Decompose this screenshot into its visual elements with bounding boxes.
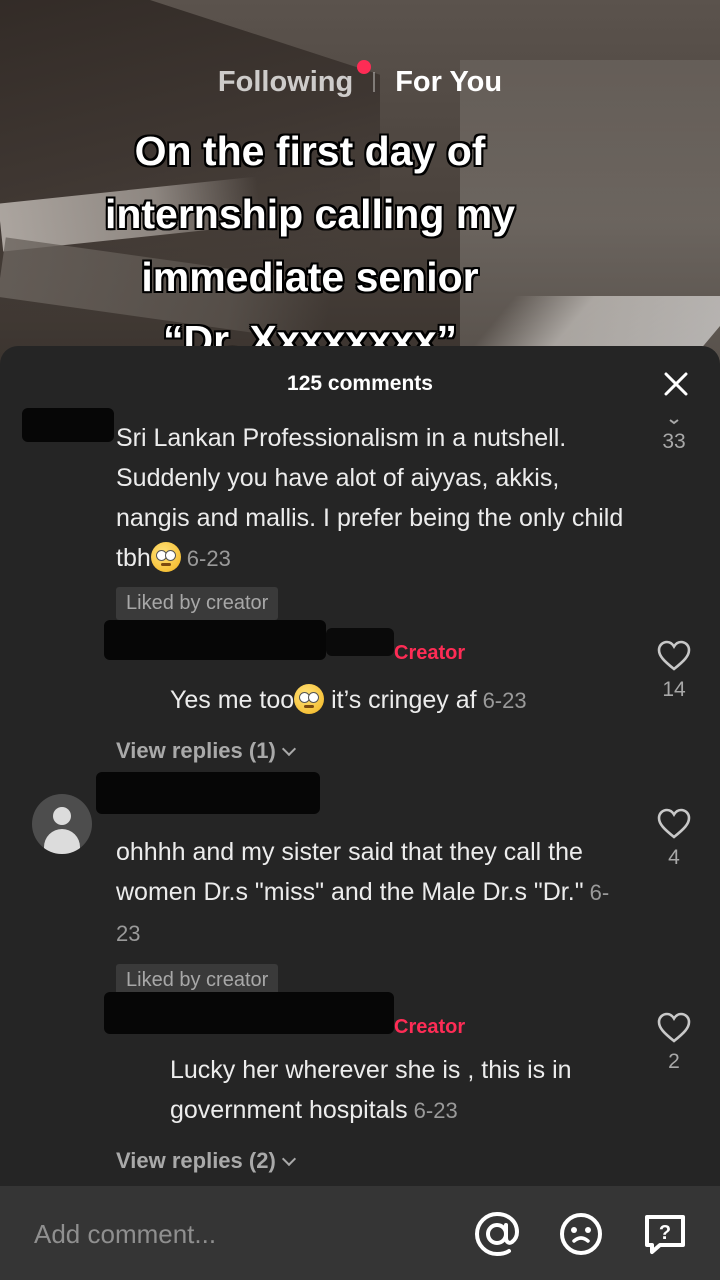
redacted-username xyxy=(104,620,326,660)
comment-4: Lucky her wherever she is , this is in g… xyxy=(170,1050,630,1131)
rolling-eyes-emoji-icon xyxy=(294,684,325,714)
comment-input[interactable] xyxy=(34,1214,454,1254)
creator-tag-1: Creator xyxy=(394,642,465,665)
comment-4-text: Lucky her wherever she is , this is in g… xyxy=(170,1050,630,1131)
video-caption: On the first day of internship calling m… xyxy=(104,128,516,363)
top-feed-tabs: Following For You xyxy=(0,59,720,104)
comment-3-text: ohhhh and my sister said that they call … xyxy=(116,832,616,954)
comment-1: Sri Lankan Professionalism in a nutshell… xyxy=(116,418,636,620)
emoji-icon[interactable] xyxy=(558,1211,604,1257)
close-icon[interactable] xyxy=(662,370,690,398)
comment-2: Yes me too it’s cringey af 6-23 xyxy=(170,680,630,721)
comments-sheet: 125 comments Sri Lankan Professionalism … xyxy=(0,346,720,1280)
comment-2-body-end: it’s cringey af xyxy=(324,686,477,714)
comment-1-like-count: 33 xyxy=(662,430,686,453)
comment-3-like[interactable]: 4 xyxy=(649,808,699,870)
creator-tag-2: Creator xyxy=(394,1016,465,1039)
liked-by-creator-badge: Liked by creator xyxy=(116,587,279,620)
tab-for-you-label: For You xyxy=(395,65,503,98)
comment-2-body-start: Yes me too xyxy=(170,686,295,714)
comment-2-text: Yes me too it’s cringey af 6-23 xyxy=(170,680,630,721)
comment-4-date: 6-23 xyxy=(413,1098,458,1123)
comment-1-date: 6-23 xyxy=(186,546,231,571)
redacted-username xyxy=(104,992,394,1034)
question-icon[interactable]: ? xyxy=(642,1211,688,1257)
view-replies-1[interactable]: View replies (1) xyxy=(116,738,296,764)
comment-3-body: ohhhh and my sister said that they call … xyxy=(116,838,584,906)
tab-following-label: Following xyxy=(217,65,354,98)
comment-2-like-count: 14 xyxy=(662,678,686,701)
tab-for-you[interactable]: For You xyxy=(375,66,522,99)
comment-4-body: Lucky her wherever she is , this is in g… xyxy=(170,1056,572,1124)
avatar[interactable] xyxy=(32,794,92,854)
creator-label: Creator xyxy=(394,1016,466,1038)
svg-text:?: ? xyxy=(659,1222,671,1244)
comment-1-like[interactable]: 33 xyxy=(649,418,699,454)
redacted-username-tail xyxy=(326,628,394,656)
chevron-down-icon xyxy=(281,741,296,757)
heart-icon[interactable] xyxy=(657,640,691,672)
comments-count-title: 125 comments xyxy=(287,372,433,395)
comment-2-like[interactable]: 14 xyxy=(649,640,699,702)
comment-4-like-count: 2 xyxy=(668,1050,680,1073)
comment-2-date: 6-23 xyxy=(482,688,527,713)
comment-1-text: Sri Lankan Professionalism in a nutshell… xyxy=(116,418,636,579)
rolling-eyes-emoji-icon xyxy=(150,542,181,572)
mention-icon[interactable] xyxy=(474,1211,520,1257)
comment-input-bar: ? xyxy=(0,1186,720,1280)
comment-4-like[interactable]: 2 xyxy=(649,1012,699,1074)
view-replies-label: View replies (2) xyxy=(116,1148,276,1173)
view-replies-2[interactable]: View replies (2) xyxy=(116,1148,296,1174)
creator-label: Creator xyxy=(394,642,466,664)
redacted-avatar xyxy=(22,408,114,442)
notification-dot xyxy=(357,59,372,74)
comment-3: ohhhh and my sister said that they call … xyxy=(116,832,616,997)
chevron-down-icon xyxy=(281,1151,296,1167)
heart-icon[interactable] xyxy=(668,418,680,426)
tab-following[interactable]: Following xyxy=(198,59,373,99)
view-replies-label: View replies (1) xyxy=(116,738,276,763)
heart-icon[interactable] xyxy=(657,1012,691,1044)
heart-icon[interactable] xyxy=(657,808,691,840)
comment-3-like-count: 4 xyxy=(668,846,680,869)
redacted-username xyxy=(96,772,320,814)
